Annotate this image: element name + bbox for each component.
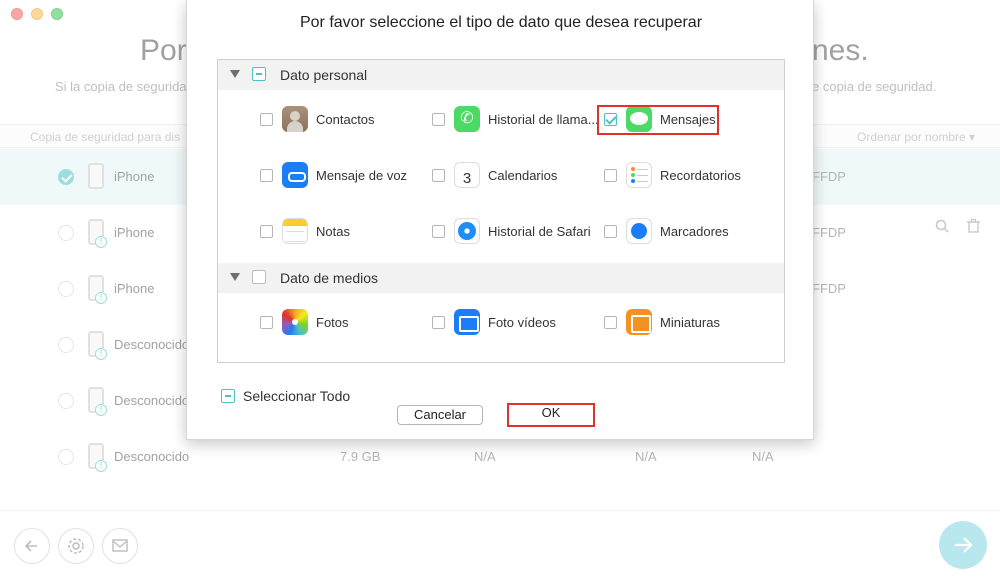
section-label: Dato personal (280, 67, 368, 83)
checkbox[interactable] (221, 389, 235, 403)
cancel-button[interactable]: Cancelar (397, 405, 483, 425)
item-label: Foto vídeos (488, 315, 556, 330)
item-label: Historial de llama... (488, 112, 599, 127)
ok-button[interactable]: OK (507, 403, 595, 427)
section-label: Dato de medios (280, 270, 379, 286)
checkbox[interactable] (604, 169, 617, 182)
calendar-icon: 3 (454, 162, 480, 188)
item-label: Notas (316, 224, 350, 239)
checkbox[interactable] (260, 225, 273, 238)
dialog-title: Por favor seleccione el tipo de dato que… (299, 14, 703, 31)
item-label: Contactos (316, 112, 375, 127)
thumbnails-icon (626, 309, 652, 335)
section-media-data[interactable]: Dato de medios (218, 263, 784, 293)
safari-icon (454, 218, 480, 244)
contacts-icon (282, 106, 308, 132)
select-all-label: Seleccionar Todo (243, 388, 351, 404)
item-reminders[interactable]: Recordatorios (604, 161, 774, 191)
checkbox[interactable] (432, 316, 445, 329)
item-label: Fotos (316, 315, 349, 330)
messages-highlight-box (597, 105, 719, 135)
checkbox[interactable] (432, 225, 445, 238)
item-voicemail[interactable]: Mensaje de voz (260, 161, 430, 191)
photo-videos-icon (454, 309, 480, 335)
item-thumbnails[interactable]: Miniaturas (604, 308, 774, 338)
data-type-dialog: Por favor seleccione el tipo de dato que… (186, 0, 814, 440)
checkbox[interactable] (432, 169, 445, 182)
voicemail-icon (282, 162, 308, 188)
item-label: Miniaturas (660, 315, 720, 330)
checkbox[interactable] (260, 113, 273, 126)
item-photos[interactable]: Fotos (260, 308, 430, 338)
item-photo-videos[interactable]: Foto vídeos (432, 308, 602, 338)
checkbox[interactable] (604, 225, 617, 238)
item-notes[interactable]: Notas (260, 217, 430, 247)
checkbox[interactable] (432, 113, 445, 126)
item-call-history[interactable]: ✆ Historial de llama... (432, 105, 602, 135)
section-personal-data[interactable]: Dato personal (218, 60, 784, 90)
select-all-checkbox[interactable]: Seleccionar Todo (221, 388, 421, 406)
item-label: Mensaje de voz (316, 168, 408, 183)
item-label: Marcadores (660, 224, 729, 239)
disclosure-triangle-icon[interactable] (230, 273, 240, 281)
checkbox[interactable] (260, 169, 273, 182)
disclosure-triangle-icon[interactable] (230, 70, 240, 78)
reminders-icon (626, 162, 652, 188)
phone-icon: ✆ (454, 106, 480, 132)
item-calendars[interactable]: 3 Calendarios (432, 161, 602, 191)
item-contacts[interactable]: Contactos (260, 105, 430, 135)
notes-icon (282, 218, 308, 244)
checkbox[interactable] (260, 316, 273, 329)
photos-icon (282, 309, 308, 335)
checkbox[interactable] (604, 316, 617, 329)
item-label: Calendarios (488, 168, 558, 183)
item-safari-history[interactable]: Historial de Safari (432, 217, 602, 247)
item-bookmarks[interactable]: Marcadores (604, 217, 774, 247)
section-checkbox[interactable] (252, 270, 266, 284)
bookmarks-icon (626, 218, 652, 244)
item-label: Recordatorios (660, 168, 741, 183)
item-label: Historial de Safari (488, 224, 591, 239)
section-checkbox[interactable] (252, 67, 266, 81)
